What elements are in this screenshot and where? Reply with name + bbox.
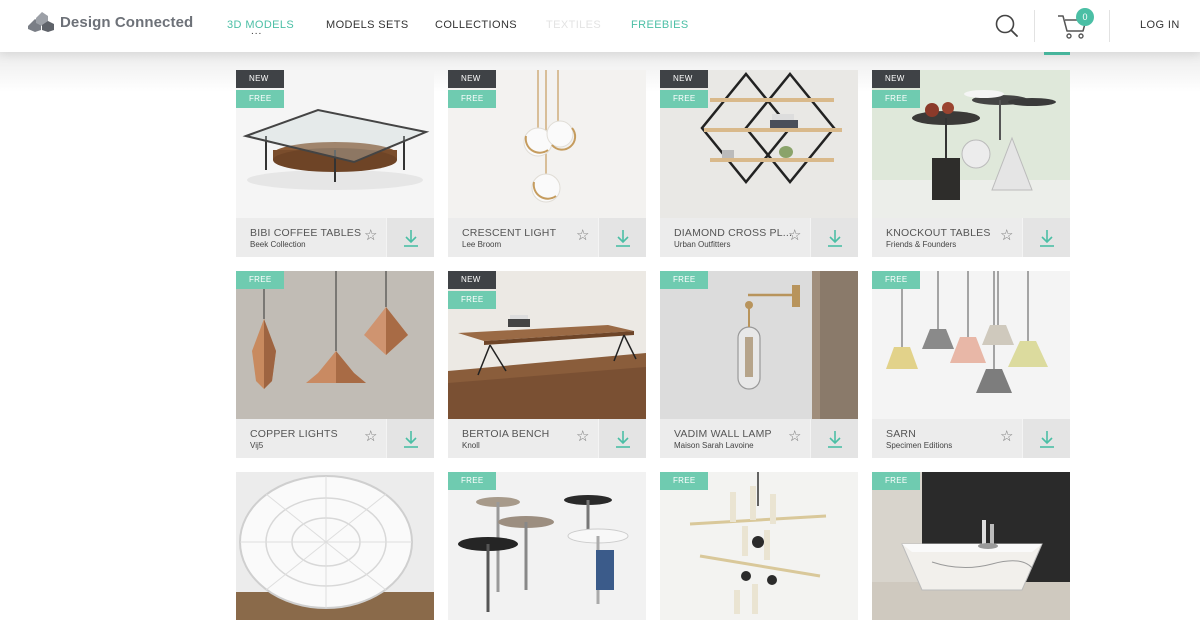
nav-more-indicator[interactable]: ... (251, 26, 262, 37)
new-badge: NEW (660, 70, 708, 88)
site-header: Design Connected 3D MODELS MODELS SETS C… (0, 0, 1200, 52)
star-icon[interactable]: ☆ (788, 427, 801, 445)
header-divider (1109, 10, 1110, 42)
star-icon[interactable]: ☆ (364, 427, 377, 445)
product-info: COPPER LIGHTS Vij5 ☆ (236, 419, 434, 458)
star-icon[interactable]: ☆ (1000, 427, 1013, 445)
download-button[interactable] (598, 218, 646, 257)
product-image[interactable] (872, 271, 1070, 419)
star-icon[interactable]: ☆ (576, 427, 589, 445)
product-card[interactable]: FREE (448, 472, 646, 620)
free-badge: FREE (448, 472, 496, 490)
free-badge: FREE (872, 90, 920, 108)
download-icon (404, 431, 418, 448)
product-brand[interactable]: Lee Broom (462, 240, 501, 249)
free-badge: FREE (236, 90, 284, 108)
product-card[interactable] (236, 472, 434, 620)
free-badge: FREE (660, 472, 708, 490)
product-title[interactable]: BIBI COFFEE TABLES (250, 227, 361, 239)
cart-count-badge: 0 (1076, 8, 1094, 26)
brand-name: Design Connected (60, 13, 194, 31)
download-button[interactable] (598, 419, 646, 458)
product-title[interactable]: BERTOIA BENCH (462, 428, 549, 440)
product-card[interactable]: FREE (660, 472, 858, 620)
login-link[interactable]: LOG IN (1140, 19, 1180, 31)
star-icon[interactable]: ☆ (1000, 226, 1013, 244)
product-image[interactable] (660, 472, 858, 620)
logo[interactable]: Design Connected (28, 12, 193, 32)
product-card[interactable]: NEW FREE DIAMOND CROSS PL... Urban Outfi… (660, 70, 858, 257)
download-icon (1040, 431, 1054, 448)
product-info: DIAMOND CROSS PL... Urban Outfitters ☆ (660, 218, 858, 257)
download-icon (828, 431, 842, 448)
product-card[interactable]: FREE (872, 472, 1070, 620)
nav-item-textiles[interactable]: TEXTILES (546, 19, 601, 31)
free-badge: FREE (448, 90, 496, 108)
product-title[interactable]: VADIM WALL LAMP (674, 428, 772, 440)
product-brand[interactable]: Knoll (462, 441, 480, 450)
product-brand[interactable]: Beek Collection (250, 240, 306, 249)
star-icon[interactable]: ☆ (788, 226, 801, 244)
new-badge: NEW (448, 271, 496, 289)
product-title[interactable]: SARN (886, 428, 916, 440)
product-brand[interactable]: Specimen Editions (886, 441, 952, 450)
search-icon[interactable] (994, 13, 1020, 39)
product-card[interactable]: FREE SARN Specimen Editions ☆ (872, 271, 1070, 458)
product-card[interactable]: FREE VADIM WALL LAMP Maison Sarah Lavoin… (660, 271, 858, 458)
product-image[interactable] (448, 472, 646, 620)
download-button[interactable] (386, 419, 434, 458)
product-card[interactable]: FREE COPPER LIGHTS Vij5 ☆ (236, 271, 434, 458)
new-badge: NEW (872, 70, 920, 88)
free-badge: FREE (872, 472, 920, 490)
product-title[interactable]: DIAMOND CROSS PL... (674, 227, 792, 239)
product-info: BERTOIA BENCH Knoll ☆ (448, 419, 646, 458)
product-card[interactable]: NEW FREE BERTOIA BENCH Knoll ☆ (448, 271, 646, 458)
product-brand[interactable]: Vij5 (250, 441, 263, 450)
star-icon[interactable]: ☆ (576, 226, 589, 244)
download-button[interactable] (1022, 218, 1070, 257)
product-image[interactable] (236, 472, 434, 620)
header-divider (1034, 10, 1035, 42)
download-icon (404, 230, 418, 247)
download-button[interactable] (386, 218, 434, 257)
free-badge: FREE (660, 271, 708, 289)
product-info: BIBI COFFEE TABLES Beek Collection ☆ (236, 218, 434, 257)
product-image[interactable] (872, 472, 1070, 620)
product-card[interactable]: NEW FREE BIBI COFFEE TABLES Beek Collect… (236, 70, 434, 257)
product-title[interactable]: KNOCKOUT TABLES (886, 227, 991, 239)
product-title[interactable]: COPPER LIGHTS (250, 428, 338, 440)
product-image[interactable] (660, 271, 858, 419)
free-badge: FREE (448, 291, 496, 309)
product-info: KNOCKOUT TABLES Friends & Founders ☆ (872, 218, 1070, 257)
download-button[interactable] (810, 419, 858, 458)
star-icon[interactable]: ☆ (364, 226, 377, 244)
download-icon (616, 431, 630, 448)
product-brand[interactable]: Friends & Founders (886, 240, 956, 249)
product-image[interactable] (236, 271, 434, 419)
new-badge: NEW (236, 70, 284, 88)
product-info: SARN Specimen Editions ☆ (872, 419, 1070, 458)
nav-item-collections[interactable]: COLLECTIONS (435, 19, 517, 31)
free-badge: FREE (236, 271, 284, 289)
free-badge: FREE (660, 90, 708, 108)
download-icon (1040, 230, 1054, 247)
product-brand[interactable]: Urban Outfitters (674, 240, 730, 249)
product-brand[interactable]: Maison Sarah Lavoine (674, 441, 754, 450)
download-icon (828, 230, 842, 247)
product-card[interactable]: NEW FREE CRESCENT LIGHT Lee Broom ☆ (448, 70, 646, 257)
product-info: CRESCENT LIGHT Lee Broom ☆ (448, 218, 646, 257)
new-badge: NEW (448, 70, 496, 88)
product-title[interactable]: CRESCENT LIGHT (462, 227, 556, 239)
nav-item-freebies[interactable]: FREEBIES (631, 19, 689, 31)
product-info: VADIM WALL LAMP Maison Sarah Lavoine ☆ (660, 419, 858, 458)
download-button[interactable] (1022, 419, 1070, 458)
product-card[interactable]: NEW FREE KNOCKOUT TABLES Friends & Found… (872, 70, 1070, 257)
active-indicator (1044, 52, 1070, 55)
logo-icon (28, 12, 54, 32)
download-icon (616, 230, 630, 247)
free-badge: FREE (872, 271, 920, 289)
download-button[interactable] (810, 218, 858, 257)
nav-item-models-sets[interactable]: MODELS SETS (326, 19, 409, 31)
